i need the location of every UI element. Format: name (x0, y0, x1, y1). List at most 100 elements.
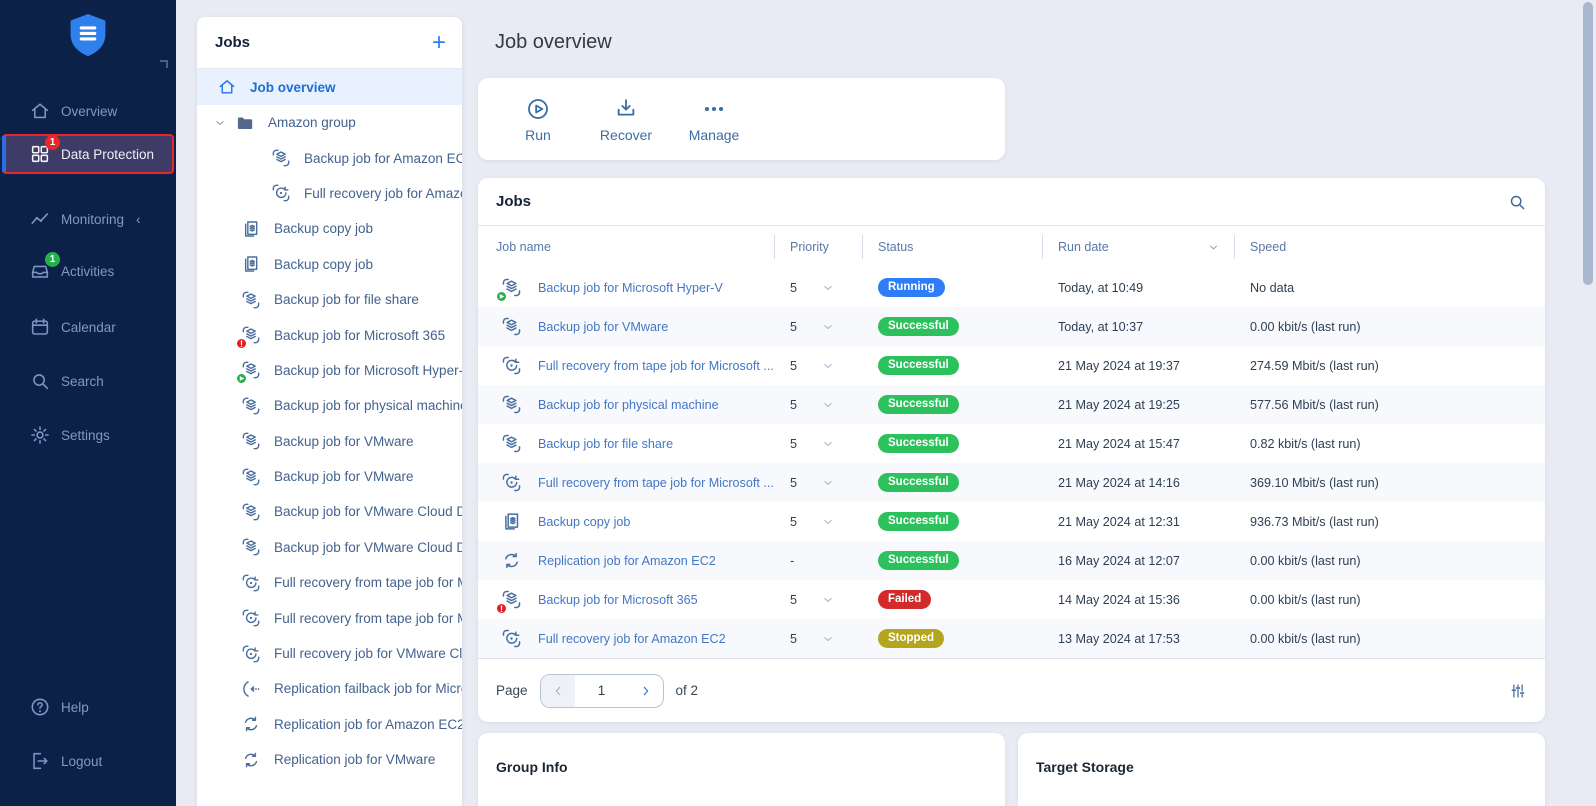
table-row-full-recovery-from-tape-job-for-microsoft[interactable]: Full recovery from tape job for Microsof… (478, 463, 1545, 502)
table-row-full-recovery-from-tape-job-for-microsoft[interactable]: Full recovery from tape job for Microsof… (478, 346, 1545, 385)
tree-item-full-recovery-job-for-amazon-ec2[interactable]: Full recovery job for Amazon EC2 (197, 176, 462, 211)
backup-icon (501, 394, 522, 415)
table-settings-sliders-icon[interactable] (1509, 682, 1527, 700)
next-page-button[interactable] (629, 675, 663, 707)
replication-icon (241, 714, 261, 734)
tree-item-backup-job-for-physical-machine[interactable]: Backup job for physical machine (197, 388, 462, 423)
vertical-scrollbar-thumb[interactable] (1583, 2, 1593, 285)
sidebar-item-label: Settings (61, 428, 110, 443)
sidebar-item-overview[interactable]: Overview (0, 92, 176, 130)
tree-item-label: Full recovery job for Amazon EC2 (304, 186, 462, 201)
priority-dropdown-chevron-icon[interactable] (821, 398, 835, 412)
run-button[interactable]: Run (502, 96, 574, 143)
tree-item-backup-copy-job[interactable]: Backup copy job (197, 247, 462, 282)
current-page-value[interactable]: 1 (575, 683, 629, 698)
sidebar-item-help[interactable]: Help (0, 688, 176, 726)
job-name-link[interactable]: Full recovery from tape job for Microsof… (524, 476, 774, 490)
tree-item-full-recovery-job-for-vmware-cloud-director[interactable]: Full recovery job for VMware Cloud Direc… (197, 636, 462, 671)
job-name-link[interactable]: Full recovery from tape job for Microsof… (524, 359, 774, 373)
run-date-value: 16 May 2024 at 12:07 (1042, 554, 1234, 568)
backup-icon (241, 537, 261, 557)
speed-value: 369.10 Mbit/s (last run) (1234, 476, 1545, 490)
column-header-job-name[interactable]: Job name (478, 235, 774, 259)
sidebar-item-calendar[interactable]: Calendar (0, 308, 176, 346)
job-name-link[interactable]: Backup job for file share (524, 437, 774, 451)
tree-item-backup-job-for-file-share[interactable]: Backup job for file share (197, 282, 462, 317)
tree-item-backup-copy-job[interactable]: Backup copy job (197, 211, 462, 246)
job-name-link[interactable]: Backup job for physical machine (524, 398, 774, 412)
priority-dropdown-chevron-icon[interactable] (821, 359, 835, 373)
table-row-backup-job-for-file-share[interactable]: Backup job for file share5Successful21 M… (478, 424, 1545, 463)
column-header-status[interactable]: Status (862, 235, 1042, 259)
table-row-backup-copy-job[interactable]: Backup copy job5Successful21 May 2024 at… (478, 502, 1545, 541)
search-icon[interactable] (1507, 192, 1527, 212)
job-name-link[interactable]: Backup job for Microsoft 365 (524, 593, 774, 607)
recover-button[interactable]: Recover (590, 96, 662, 143)
previous-page-button[interactable] (541, 675, 575, 707)
sidebar-item-activities[interactable]: 1 Activities (0, 252, 176, 290)
priority-dropdown-chevron-icon[interactable] (821, 320, 835, 334)
sidebar-item-search[interactable]: Search (0, 362, 176, 400)
sort-chevron-down-icon[interactable] (1207, 241, 1220, 254)
tree-item-replication-job-for-vmware[interactable]: Replication job for VMware (197, 742, 462, 777)
status-badge: Failed (878, 590, 931, 609)
chevron-down-icon[interactable] (213, 116, 227, 130)
priority-dropdown-chevron-icon[interactable] (821, 632, 835, 646)
collapse-chevron-icon[interactable]: ‹ (136, 212, 141, 227)
notification-badge: 1 (45, 135, 60, 150)
job-name-link[interactable]: Backup job for Microsoft Hyper-V (524, 281, 774, 295)
tree-item-replication-failback-job-for-microsoft-hyper-v[interactable]: Replication failback job for Microsoft H… (197, 671, 462, 706)
tree-item-amazon-group[interactable]: Amazon group (197, 105, 462, 140)
tree-item-backup-job-for-vmware[interactable]: Backup job for VMware (197, 459, 462, 494)
table-row-full-recovery-job-for-amazon-ec2[interactable]: Full recovery job for Amazon EC2 5 Stopped… (478, 619, 1545, 658)
table-row-backup-job-for-physical-machine[interactable]: Backup job for physical machine5Successf… (478, 385, 1545, 424)
help-icon (29, 696, 51, 718)
column-header-label: Run date (1058, 240, 1109, 254)
priority-value: 5 (790, 632, 797, 646)
sidebar-item-settings[interactable]: Settings (0, 416, 176, 454)
job-name-link[interactable]: Replication job for Amazon EC2 (524, 554, 774, 568)
priority-dropdown-chevron-icon[interactable] (821, 476, 835, 490)
job-name-link[interactable]: Backup job for VMware (524, 320, 774, 334)
sidebar-collapse-corner-icon[interactable] (160, 60, 168, 68)
sidebar-item-logout[interactable]: Logout (0, 742, 176, 780)
table-row-backup-job-for-vmware[interactable]: Backup job for VMware5SuccessfulToday, a… (478, 307, 1545, 346)
jobs-table-title: Jobs (496, 193, 531, 210)
job-name-link[interactable]: Backup copy job (524, 515, 774, 529)
status-badge: Stopped (878, 629, 944, 648)
priority-dropdown-chevron-icon[interactable] (821, 593, 835, 607)
pagination-total: of 2 (676, 683, 699, 698)
table-row-backup-job-for-microsoft-hyper-v[interactable]: ▶Backup job for Microsoft Hyper-V5Runnin… (478, 268, 1545, 307)
column-header-priority[interactable]: Priority (774, 235, 862, 259)
priority-value: 5 (790, 476, 797, 490)
tree-item-full-recovery-from-tape-job-for-microsoft-365[interactable]: Full recovery from tape job for Microsof… (197, 565, 462, 600)
sidebar-item-data-protection[interactable]: 1 Data Protection (2, 134, 174, 174)
job-name-link[interactable]: Full recovery job for Amazon EC2 (524, 632, 774, 646)
monitoring-icon (29, 208, 51, 230)
sidebar-item-monitoring[interactable]: Monitoring ‹ (0, 200, 176, 238)
add-job-button[interactable]: + (432, 31, 446, 55)
tree-item-backup-job-for-microsoft-365[interactable]: !Backup job for Microsoft 365 (197, 317, 462, 352)
tree-item-job-overview[interactable]: Job overview (197, 69, 462, 105)
tree-item-replication-job-for-amazon-ec2[interactable]: Replication job for Amazon EC2 (197, 707, 462, 742)
tree-item-label: Backup copy job (274, 257, 373, 272)
tree-item-backup-job-for-vmware-cloud-director[interactable]: Backup job for VMware Cloud Director (197, 494, 462, 529)
tree-item-backup-job-for-vmware[interactable]: Backup job for VMware (197, 424, 462, 459)
replication-icon (241, 750, 261, 770)
table-row-replication-job-for-amazon-ec2[interactable]: Replication job for Amazon EC2-Successfu… (478, 541, 1545, 580)
sidebar-item-label: Calendar (61, 320, 116, 335)
table-row-backup-job-for-microsoft-365[interactable]: !Backup job for Microsoft 3655Failed14 M… (478, 580, 1545, 619)
manage-button[interactable]: Manage (678, 96, 750, 143)
column-header-label: Priority (790, 240, 829, 254)
column-header-run-date[interactable]: Run date (1042, 235, 1234, 259)
tree-item-label: Full recovery from tape job for Microsof… (274, 611, 462, 626)
priority-dropdown-chevron-icon[interactable] (821, 515, 835, 529)
priority-dropdown-chevron-icon[interactable] (821, 281, 835, 295)
tree-item-backup-job-for-amazon-ec2[interactable]: Backup job for Amazon EC2 (197, 140, 462, 175)
column-header-speed[interactable]: Speed (1234, 235, 1545, 259)
tree-item-full-recovery-from-tape-job-for-microsoft-365[interactable]: Full recovery from tape job for Microsof… (197, 600, 462, 635)
priority-dropdown-chevron-icon[interactable] (821, 437, 835, 451)
tree-item-backup-job-for-microsoft-hyper-v[interactable]: ▶Backup job for Microsoft Hyper-V (197, 353, 462, 388)
tree-item-backup-job-for-vmware-cloud-director[interactable]: Backup job for VMware Cloud Director (197, 530, 462, 565)
backup-icon: ▶ (241, 360, 261, 380)
